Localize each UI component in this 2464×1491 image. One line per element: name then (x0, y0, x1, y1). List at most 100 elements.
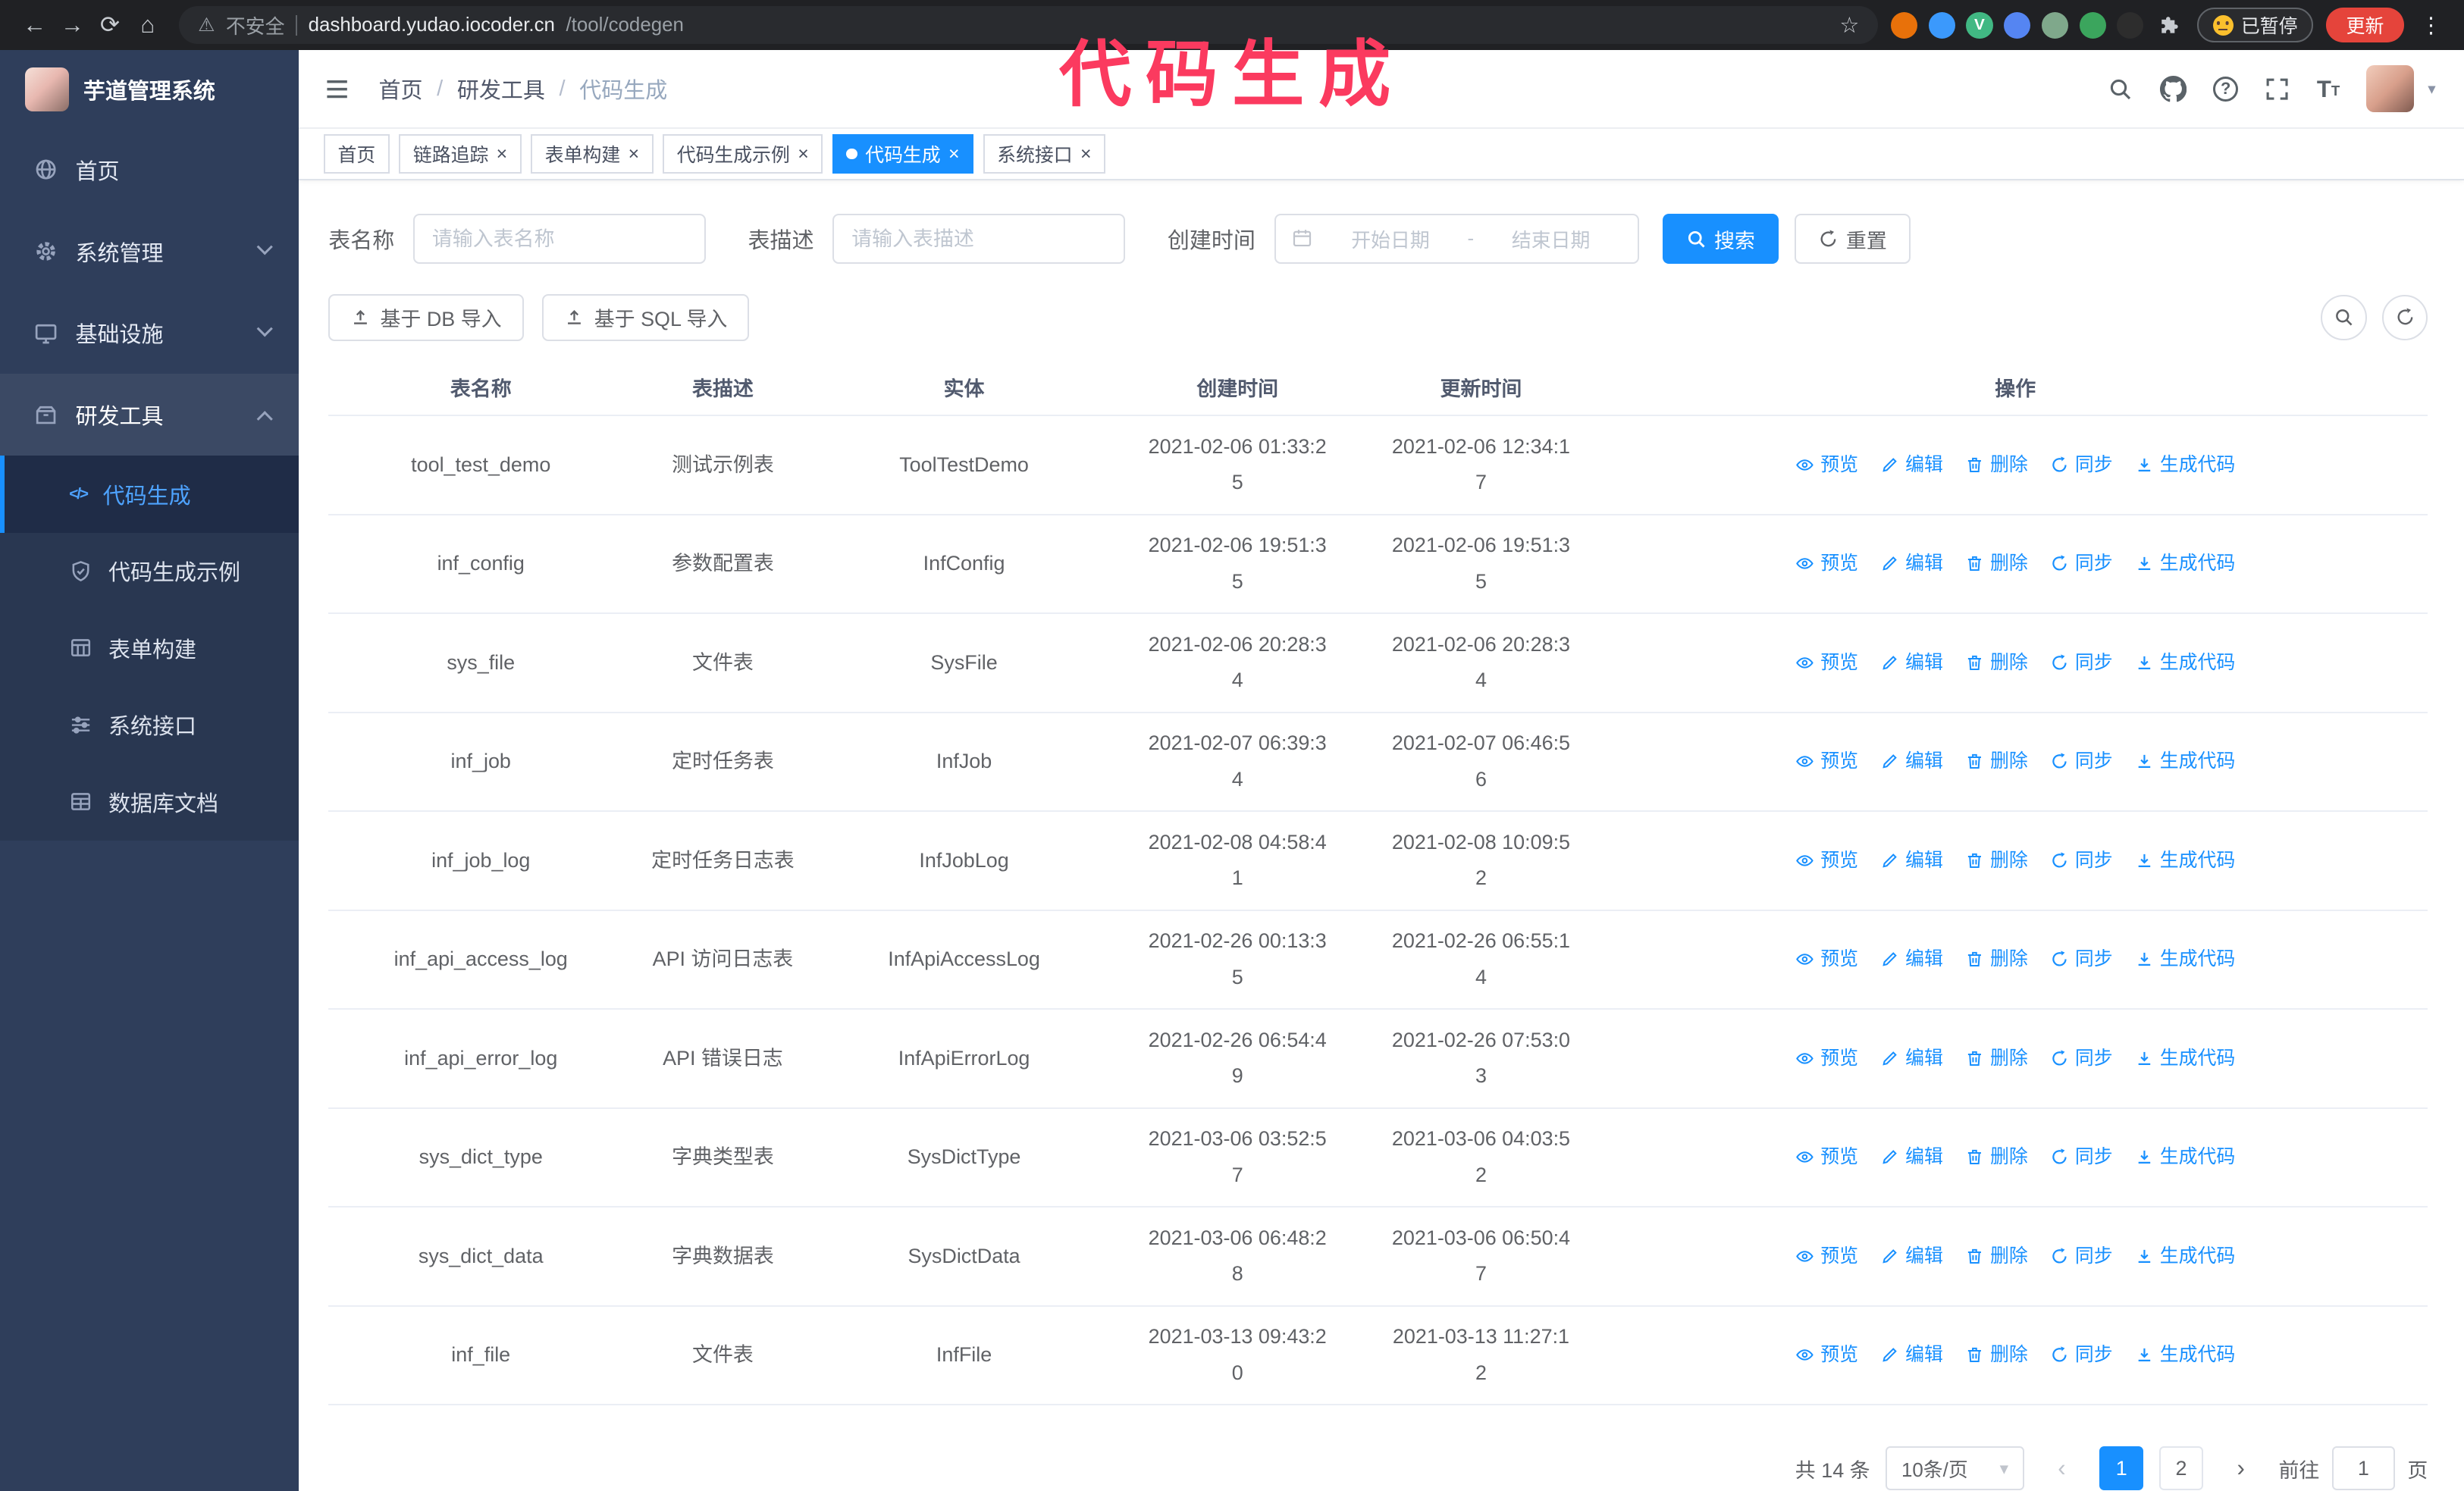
end-date-placeholder[interactable]: 结束日期 (1480, 225, 1621, 253)
breadcrumb-dev-tools[interactable]: 研发工具 (457, 73, 545, 105)
edit-link[interactable]: 编辑 (1880, 645, 1943, 681)
github-icon[interactable] (2159, 75, 2187, 102)
refresh-table-icon[interactable] (2382, 294, 2428, 340)
table-name-input[interactable] (413, 213, 706, 265)
close-icon[interactable]: × (948, 144, 960, 164)
close-icon[interactable]: × (1080, 144, 1092, 164)
generate-code-link[interactable]: 生成代码 (2135, 1139, 2235, 1176)
preview-link[interactable]: 预览 (1795, 1139, 1858, 1176)
home-icon[interactable]: ⌂ (129, 6, 167, 44)
import-db-button[interactable]: 基于 DB 导入 (328, 293, 524, 341)
help-icon[interactable]: ? (2213, 76, 2239, 102)
edit-link[interactable]: 编辑 (1880, 1337, 1943, 1374)
close-icon[interactable]: × (497, 144, 508, 164)
app-logo[interactable]: 芋道管理系统 (0, 50, 299, 129)
extension-dark-icon[interactable] (2117, 11, 2144, 39)
extension-blue-drop-icon[interactable] (1928, 11, 1955, 39)
prev-page-icon[interactable]: ‹ (2039, 1446, 2083, 1490)
sync-link[interactable]: 同步 (2050, 1239, 2113, 1275)
bookmark-star-icon[interactable]: ☆ (1839, 12, 1859, 39)
generate-code-link[interactable]: 生成代码 (2135, 1337, 2235, 1374)
show-search-toggle-icon[interactable] (2321, 294, 2367, 340)
preview-link[interactable]: 预览 (1795, 546, 1858, 582)
edit-link[interactable]: 编辑 (1880, 546, 1943, 582)
paused-badge[interactable]: 已暂停 (2196, 8, 2314, 42)
tab-home[interactable]: 首页 (323, 134, 390, 174)
tab-trace[interactable]: 链路追踪 × (399, 134, 522, 174)
delete-link[interactable]: 删除 (1965, 447, 2028, 484)
generate-code-link[interactable]: 生成代码 (2135, 447, 2235, 484)
edit-link[interactable]: 编辑 (1880, 1041, 1943, 1077)
preview-link[interactable]: 预览 (1795, 744, 1858, 780)
search-button[interactable]: 搜索 (1662, 213, 1779, 265)
preview-link[interactable]: 预览 (1795, 1239, 1858, 1275)
edit-link[interactable]: 编辑 (1880, 843, 1943, 879)
sync-link[interactable]: 同步 (2050, 1337, 2113, 1374)
sidebar-item-home[interactable]: 首页 (0, 129, 299, 211)
page-button-1[interactable]: 1 (2099, 1446, 2144, 1491)
avatar-caret-icon[interactable]: ▾ (2428, 80, 2435, 99)
breadcrumb-home[interactable]: 首页 (379, 73, 423, 105)
tab-codegen-example[interactable]: 代码生成示例 × (663, 134, 823, 174)
hamburger-icon[interactable] (324, 76, 350, 102)
browser-update-button[interactable]: 更新 (2325, 8, 2405, 42)
delete-link[interactable]: 删除 (1965, 1139, 2028, 1176)
edit-link[interactable]: 编辑 (1880, 447, 1943, 484)
page-size-select[interactable]: 10条/页 ▾ (1886, 1446, 2024, 1491)
reset-button[interactable]: 重置 (1794, 213, 1911, 265)
browser-menu-icon[interactable]: ⋮ (2414, 12, 2449, 39)
preview-link[interactable]: 预览 (1795, 941, 1858, 978)
font-size-icon[interactable]: TT (2317, 77, 2340, 101)
sync-link[interactable]: 同步 (2050, 843, 2113, 879)
delete-link[interactable]: 删除 (1965, 1239, 2028, 1275)
forward-icon[interactable]: → (53, 6, 91, 44)
extension-green-icon[interactable] (2079, 11, 2106, 39)
delete-link[interactable]: 删除 (1965, 1041, 2028, 1077)
generate-code-link[interactable]: 生成代码 (2135, 744, 2235, 780)
tab-form-builder[interactable]: 表单构建 × (531, 134, 654, 174)
sync-link[interactable]: 同步 (2050, 941, 2113, 978)
address-bar[interactable]: ⚠ 不安全 dashboard.yudao.iocoder.cn/tool/co… (179, 6, 1879, 45)
sync-link[interactable]: 同步 (2050, 645, 2113, 681)
sidebar-item-infrastructure[interactable]: 基础设施 (0, 292, 299, 374)
preview-link[interactable]: 预览 (1795, 645, 1858, 681)
generate-code-link[interactable]: 生成代码 (2135, 941, 2235, 978)
sidebar-item-code-generation[interactable]: </> 代码生成 (0, 456, 299, 533)
fullscreen-icon[interactable] (2265, 77, 2290, 102)
sidebar-item-system-management[interactable]: 系统管理 (0, 211, 299, 293)
back-icon[interactable]: ← (16, 6, 54, 44)
tab-system-api[interactable]: 系统接口 × (983, 134, 1106, 174)
sidebar-item-system-api[interactable]: 系统接口 (0, 687, 299, 764)
sidebar-item-db-doc[interactable]: 数据库文档 (0, 763, 299, 841)
preview-link[interactable]: 预览 (1795, 447, 1858, 484)
sidebar-item-dev-tools[interactable]: 研发工具 (0, 374, 299, 456)
preview-link[interactable]: 预览 (1795, 843, 1858, 879)
extension-people-icon[interactable] (2004, 11, 2031, 39)
delete-link[interactable]: 删除 (1965, 1337, 2028, 1374)
edit-link[interactable]: 编辑 (1880, 941, 1943, 978)
extensions-puzzle-icon[interactable] (2156, 11, 2184, 39)
sync-link[interactable]: 同步 (2050, 1041, 2113, 1077)
delete-link[interactable]: 删除 (1965, 744, 2028, 780)
sidebar-item-form-builder[interactable]: 表单构建 (0, 609, 299, 687)
preview-link[interactable]: 预览 (1795, 1337, 1858, 1374)
close-icon[interactable]: × (798, 144, 809, 164)
sidebar-item-codegen-example[interactable]: 代码生成示例 (0, 533, 299, 610)
goto-page-input[interactable] (2331, 1446, 2395, 1491)
avatar[interactable] (2366, 65, 2414, 113)
tab-code-generation[interactable]: 代码生成 × (832, 134, 974, 174)
delete-link[interactable]: 删除 (1965, 843, 2028, 879)
delete-link[interactable]: 删除 (1965, 941, 2028, 978)
next-page-icon[interactable]: › (2219, 1446, 2263, 1490)
edit-link[interactable]: 编辑 (1880, 1239, 1943, 1275)
sync-link[interactable]: 同步 (2050, 1139, 2113, 1176)
start-date-placeholder[interactable]: 开始日期 (1320, 225, 1461, 253)
close-icon[interactable]: × (629, 144, 640, 164)
page-button-2[interactable]: 2 (2158, 1446, 2203, 1491)
sync-link[interactable]: 同步 (2050, 744, 2113, 780)
header-search-icon[interactable] (2108, 77, 2133, 102)
reload-icon[interactable]: ⟳ (91, 6, 129, 44)
extension-vue-icon[interactable]: V (1966, 11, 1993, 39)
extension-orange-icon[interactable] (1890, 11, 1918, 39)
date-range-picker[interactable]: 开始日期 - 结束日期 (1274, 213, 1639, 265)
